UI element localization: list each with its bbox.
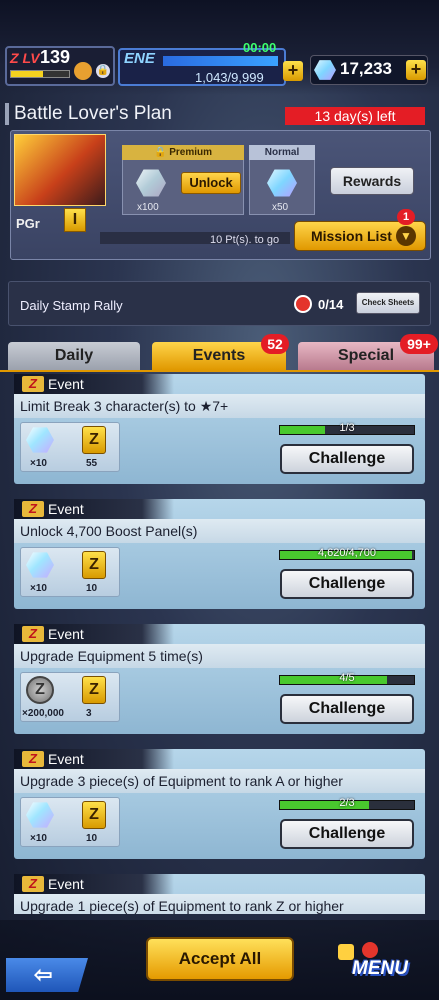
tab-divider bbox=[0, 370, 439, 372]
stamp-count: 0/14 bbox=[318, 297, 344, 312]
zeni-ticket-icon: Z bbox=[82, 676, 106, 704]
stamp-icon bbox=[294, 295, 312, 313]
energy-value: 1,043/9,999 bbox=[195, 70, 264, 85]
reward2-qty: 10 bbox=[86, 833, 98, 844]
mission-title: Upgrade 1 piece(s) of Equipment to rank … bbox=[14, 894, 425, 914]
mission-badge: 1 bbox=[397, 209, 415, 225]
zeni-ticket-icon: Z bbox=[82, 551, 106, 579]
z-logo-icon: Z bbox=[22, 626, 44, 642]
plan-title: Battle Lover's Plan bbox=[14, 103, 172, 124]
progress-text: 4/5 bbox=[339, 672, 355, 684]
stamp-rally-label: Daily Stamp Rally bbox=[20, 298, 123, 313]
event-tag: Event bbox=[48, 626, 84, 642]
list-item: Z Event Unlock 4,700 Boost Panel(s) Z ×1… bbox=[14, 499, 425, 609]
mission-title: Upgrade Equipment 5 time(s) bbox=[14, 644, 425, 668]
energy-timer: 00:00 bbox=[243, 40, 277, 55]
accept-all-button[interactable]: Accept All bbox=[146, 937, 294, 981]
mission-title: Unlock 4,700 Boost Panel(s) bbox=[14, 519, 425, 543]
arrow-left-icon: ⇦ bbox=[34, 962, 53, 987]
event-tag: Event bbox=[48, 501, 84, 517]
zeni-ticket-icon: Z bbox=[82, 426, 106, 454]
menu-icon-red bbox=[362, 942, 378, 958]
title-accent bbox=[5, 103, 9, 125]
player-level: 139 bbox=[40, 47, 71, 67]
reward2-qty: 10 bbox=[86, 583, 98, 594]
challenge-button[interactable]: Challenge bbox=[280, 569, 414, 599]
add-energy-button[interactable]: + bbox=[283, 61, 303, 81]
event-tag: Event bbox=[48, 751, 84, 767]
premium-header: 🔒 Premium bbox=[122, 145, 244, 160]
progress-text: 2/3 bbox=[339, 797, 355, 809]
zeni-coin-icon: Z bbox=[26, 676, 54, 704]
event-mission-list[interactable]: Z Event Limit Break 3 character(s) to ★7… bbox=[14, 374, 425, 914]
reward1-qty: ×10 bbox=[30, 833, 47, 844]
avatar bbox=[74, 62, 92, 80]
events-badge: 52 bbox=[261, 334, 289, 354]
reward1-qty: ×10 bbox=[30, 583, 47, 594]
progress-text: 1/3 bbox=[339, 422, 355, 434]
progress-text: 4,620/4,700 bbox=[317, 547, 377, 559]
mission-title: Upgrade 3 piece(s) of Equipment to rank … bbox=[14, 769, 425, 793]
list-item: Z Event Upgrade 3 piece(s) of Equipment … bbox=[14, 749, 425, 859]
z-logo-icon: Z bbox=[22, 501, 44, 517]
energy-label: ENE bbox=[124, 50, 155, 67]
challenge-button[interactable]: Challenge bbox=[280, 694, 414, 724]
premium-label: Premium bbox=[169, 147, 213, 158]
special-badge: 99+ bbox=[400, 334, 438, 354]
unlock-button[interactable]: Unlock bbox=[181, 172, 241, 194]
z-logo-icon: Z bbox=[22, 751, 44, 767]
reward1-qty: ×200,000 bbox=[22, 708, 64, 719]
reward2-qty: 3 bbox=[86, 708, 92, 719]
rewards-button[interactable]: Rewards bbox=[330, 167, 414, 195]
reward2-qty: 55 bbox=[86, 458, 98, 469]
z-logo-icon: Z bbox=[22, 876, 44, 892]
level-prefix: Z LV bbox=[10, 50, 40, 66]
points-to-go: 10 Pt(s). to go bbox=[210, 234, 280, 246]
challenge-button[interactable]: Challenge bbox=[280, 819, 414, 849]
list-item: Z Event Upgrade Equipment 5 time(s) Z Z … bbox=[14, 624, 425, 734]
lock-icon: 🔒 bbox=[96, 64, 110, 78]
z-logo-icon: Z bbox=[22, 376, 44, 392]
normal-qty: x50 bbox=[272, 202, 289, 213]
xp-bar bbox=[10, 70, 70, 78]
menu-button[interactable]: MENU bbox=[352, 958, 408, 980]
add-gems-button[interactable]: + bbox=[406, 60, 426, 80]
zeni-ticket-icon: Z bbox=[82, 801, 106, 829]
check-sheets-button[interactable]: Check Sheets bbox=[356, 292, 420, 314]
plan-rank: PGr bbox=[16, 216, 40, 231]
energy-bar bbox=[163, 56, 278, 66]
normal-header: Normal bbox=[249, 145, 315, 160]
reward1-qty: ×10 bbox=[30, 458, 47, 469]
gem-count: 17,233 bbox=[340, 59, 392, 78]
mission-title: Limit Break 3 character(s) to ★7+ bbox=[14, 394, 425, 418]
chevron-down-icon: ▼ bbox=[396, 226, 416, 246]
list-item: Z Event Upgrade 1 piece(s) of Equipment … bbox=[14, 874, 425, 914]
event-tag: Event bbox=[48, 376, 84, 392]
tab-daily[interactable]: Daily bbox=[8, 342, 140, 370]
days-left-badge: 13 day(s) left bbox=[285, 107, 425, 125]
list-item: Z Event Limit Break 3 character(s) to ★7… bbox=[14, 374, 425, 484]
rank-badge: I bbox=[64, 208, 86, 232]
premium-qty: x100 bbox=[137, 202, 159, 213]
character-portrait bbox=[14, 134, 106, 206]
challenge-button[interactable]: Challenge bbox=[280, 444, 414, 474]
event-tag: Event bbox=[48, 876, 84, 892]
mission-list-label: Mission List bbox=[311, 228, 392, 244]
